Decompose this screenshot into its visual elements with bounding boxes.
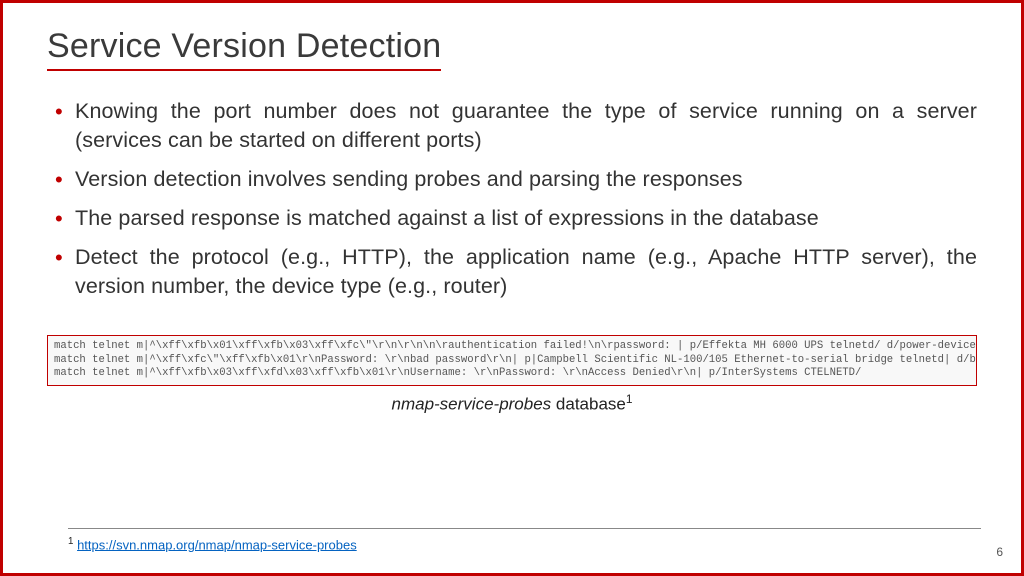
code-block: match telnet m|^\xff\xfb\x01\xff\xfb\x03… <box>47 335 977 386</box>
list-item: Knowing the port number does not guarant… <box>51 97 977 155</box>
page-number: 6 <box>996 545 1003 559</box>
list-item: Detect the protocol (e.g., HTTP), the ap… <box>51 243 977 301</box>
list-item: The parsed response is matched against a… <box>51 204 977 233</box>
slide: Service Version Detection Knowing the po… <box>0 0 1024 576</box>
caption-superscript: 1 <box>626 392 633 406</box>
code-line: match telnet m|^\xff\xfb\x03\xff\xfd\x03… <box>54 367 861 379</box>
code-caption: nmap-service-probes database1 <box>47 392 977 415</box>
footnote-link[interactable]: https://svn.nmap.org/nmap/nmap-service-p… <box>77 537 357 552</box>
footnote-separator <box>68 528 981 529</box>
list-item: Version detection involves sending probe… <box>51 165 977 194</box>
caption-text: database <box>551 394 626 413</box>
bullet-list: Knowing the port number does not guarant… <box>47 97 977 301</box>
code-line: match telnet m|^\xff\xfc\"\xff\xfb\x01\r… <box>54 354 977 366</box>
caption-emphasis: nmap-service-probes <box>392 394 552 413</box>
page-title: Service Version Detection <box>47 27 441 71</box>
code-line: match telnet m|^\xff\xfb\x01\xff\xfb\x03… <box>54 340 977 352</box>
footnote-superscript: 1 <box>68 536 73 547</box>
footnote: 1 https://svn.nmap.org/nmap/nmap-service… <box>68 536 357 552</box>
